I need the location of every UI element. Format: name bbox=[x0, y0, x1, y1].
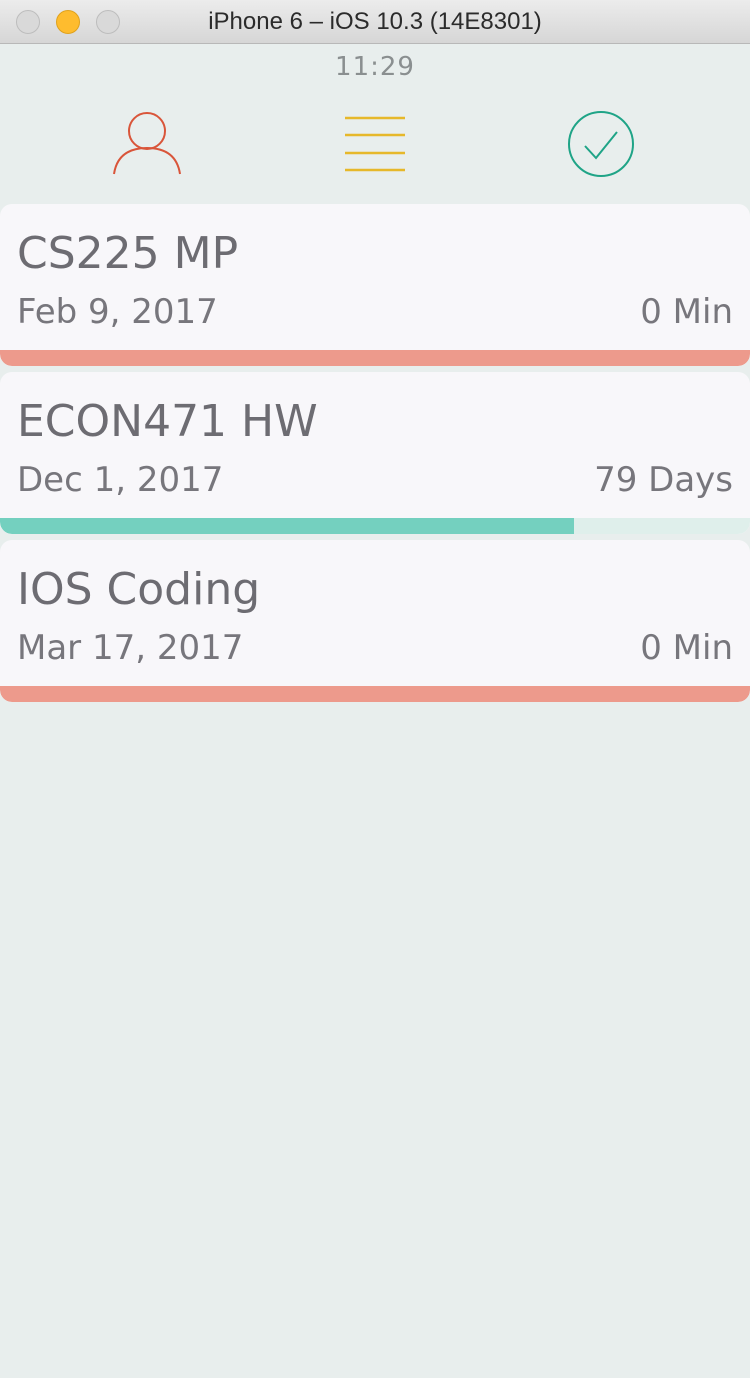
task-time-remaining: 79 Days bbox=[594, 460, 733, 500]
task-title: IOS Coding bbox=[17, 564, 261, 615]
task-time-remaining: 0 Min bbox=[640, 628, 733, 668]
task-progress-bar bbox=[0, 686, 750, 702]
task-card[interactable]: CS225 MP Feb 9, 2017 0 Min bbox=[0, 204, 750, 366]
window-title: iPhone 6 – iOS 10.3 (14E8301) bbox=[208, 8, 542, 35]
menu-button[interactable] bbox=[339, 108, 411, 180]
task-card[interactable]: IOS Coding Mar 17, 2017 0 Min bbox=[0, 540, 750, 702]
task-progress-fill bbox=[0, 686, 750, 702]
task-due-date: Dec 1, 2017 bbox=[17, 460, 224, 500]
task-card[interactable]: ECON471 HW Dec 1, 2017 79 Days bbox=[0, 372, 750, 534]
checkmark-circle-icon bbox=[568, 111, 634, 177]
completed-button[interactable] bbox=[565, 108, 637, 180]
simulator-window: iPhone 6 – iOS 10.3 (14E8301) 11:29 CS22… bbox=[0, 0, 750, 1378]
task-progress-bar bbox=[0, 518, 750, 534]
status-bar-time: 11:29 bbox=[335, 52, 415, 82]
task-progress-fill bbox=[0, 350, 750, 366]
window-title-bar: iPhone 6 – iOS 10.3 (14E8301) bbox=[0, 0, 750, 44]
task-title: ECON471 HW bbox=[17, 396, 318, 447]
task-progress-bar bbox=[0, 350, 750, 366]
profile-button[interactable] bbox=[111, 108, 183, 180]
profile-icon bbox=[113, 112, 181, 175]
task-title: CS225 MP bbox=[17, 228, 239, 279]
task-due-date: Feb 9, 2017 bbox=[17, 292, 218, 332]
task-list: CS225 MP Feb 9, 2017 0 Min ECON471 HW De… bbox=[0, 204, 750, 708]
task-progress-fill bbox=[0, 518, 574, 534]
menu-icon bbox=[345, 116, 405, 172]
task-due-date: Mar 17, 2017 bbox=[17, 628, 244, 668]
task-time-remaining: 0 Min bbox=[640, 292, 733, 332]
